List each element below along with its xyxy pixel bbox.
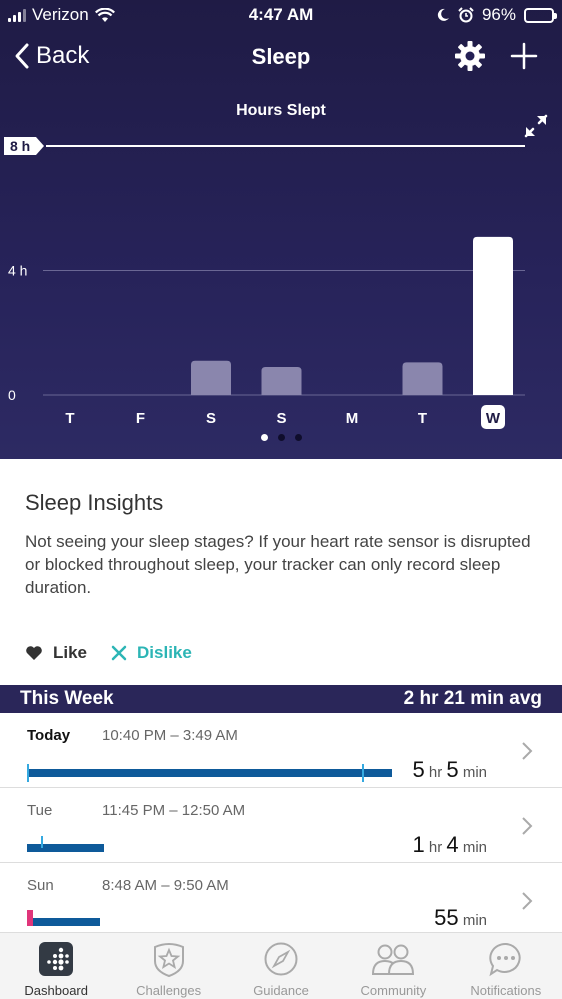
dashboard-icon: [39, 942, 74, 976]
status-bar: Verizon 4:47 AM 96%: [0, 0, 562, 30]
page-dot[interactable]: [260, 434, 268, 441]
sleep-log-row-sun[interactable]: Sun 8:48 AM – 9:50 AM 55 min: [0, 863, 562, 938]
insights-body: Not seeing your sleep stages? If your he…: [25, 532, 531, 597]
row-day: Tue: [27, 802, 53, 819]
row-duration: 55 min: [434, 905, 487, 930]
moon-icon: [437, 8, 449, 21]
chart-bar: [261, 366, 302, 395]
chevron-right-icon: [522, 892, 533, 910]
dislike-label: Dislike: [137, 643, 192, 662]
x-tick-label: T: [65, 410, 74, 427]
page-indicator: [0, 434, 562, 441]
tab-guidance[interactable]: Guidance: [225, 933, 337, 999]
chart-bar: [191, 360, 231, 395]
week-summary-header: This Week 2 hr 21 min avg: [0, 685, 562, 713]
challenges-icon: [153, 943, 184, 977]
insights-title: Sleep Insights: [25, 490, 164, 515]
dislike-button[interactable]: Dislike: [111, 643, 192, 663]
hours-slept-chart: 0 4 h 8 h T F S S M T W: [4, 137, 525, 429]
sleep-header: Verizon 4:47 AM 96% Back Sleep Hours Sle…: [0, 0, 562, 459]
x-tick-label: F: [136, 410, 145, 427]
insights-feedback: Like Dislike: [25, 643, 192, 663]
battery-icon: [524, 7, 557, 23]
sleep-start-marker: [41, 836, 43, 848]
tab-dashboard[interactable]: Dashboard: [0, 933, 112, 999]
heart-icon: [26, 646, 42, 660]
tab-challenges[interactable]: Challenges: [112, 933, 224, 999]
sleep-duration-bar: [27, 769, 392, 777]
tab-label: Challenges: [136, 983, 202, 998]
y-tick-label: 0: [8, 387, 16, 403]
row-day: Today: [27, 727, 71, 744]
tab-label: Community: [360, 983, 427, 998]
sleep-duration-bar: [27, 918, 100, 926]
community-icon: [372, 944, 415, 975]
y-tick-label: 4 h: [8, 263, 27, 279]
tab-community[interactable]: Community: [337, 933, 449, 999]
row-day: Sun: [27, 877, 54, 894]
alarm-icon: [458, 7, 474, 23]
page-dot[interactable]: [294, 434, 302, 441]
sleep-log-row-today[interactable]: Today 10:40 PM – 3:49 AM 5 hr 5 min: [0, 713, 562, 788]
x-tick-label: T: [418, 410, 427, 427]
tab-notifications[interactable]: Notifications: [450, 933, 562, 999]
sleep-end-marker: [362, 764, 364, 782]
row-time-range: 10:40 PM – 3:49 AM: [102, 727, 238, 744]
sleep-start-marker: [27, 764, 29, 782]
row-duration: 1 hr 4 min: [412, 832, 487, 857]
close-icon: [111, 645, 127, 661]
tab-label: Guidance: [253, 983, 309, 998]
x-tick-label: S: [206, 410, 216, 427]
row-time-range: 11:45 PM – 12:50 AM: [102, 802, 246, 819]
tab-label: Dashboard: [24, 983, 88, 998]
chat-bubble-icon: [489, 942, 521, 977]
x-tick-label: W: [486, 410, 501, 427]
gear-icon[interactable]: [454, 40, 486, 72]
awake-marker: [27, 910, 33, 926]
x-tick-label: M: [346, 410, 359, 427]
chart-bar: [473, 236, 513, 395]
chart-title: Hours Slept: [236, 102, 326, 119]
battery-percent: 96%: [481, 5, 516, 24]
week-average: 2 hr 21 min avg: [403, 688, 542, 709]
chevron-right-icon: [522, 742, 533, 760]
like-label: Like: [53, 643, 88, 662]
page-dot[interactable]: [277, 434, 285, 441]
chevron-right-icon: [522, 817, 533, 835]
like-button[interactable]: Like: [25, 643, 87, 663]
sleep-log-row-tue[interactable]: Tue 11:45 PM – 12:50 AM 1 hr 4 min: [0, 788, 562, 863]
nav-bar: Back Sleep: [0, 36, 562, 80]
add-icon[interactable]: [508, 40, 540, 72]
week-title: This Week: [20, 688, 114, 709]
bottom-tab-bar: Dashboard Challenges Guidance Community …: [0, 932, 562, 999]
y-tick-label: 8 h: [10, 138, 30, 154]
x-tick-label: S: [276, 410, 286, 427]
tab-label: Notifications: [470, 983, 542, 998]
row-time-range: 8:48 AM – 9:50 AM: [102, 877, 229, 894]
chart-bar: [402, 362, 443, 395]
row-duration: 5 hr 5 min: [412, 757, 487, 782]
sleep-duration-bar: [27, 844, 104, 852]
compass-icon: [264, 942, 298, 976]
sleep-insights-card: Sleep Insights Not seeing your sleep sta…: [25, 490, 540, 599]
